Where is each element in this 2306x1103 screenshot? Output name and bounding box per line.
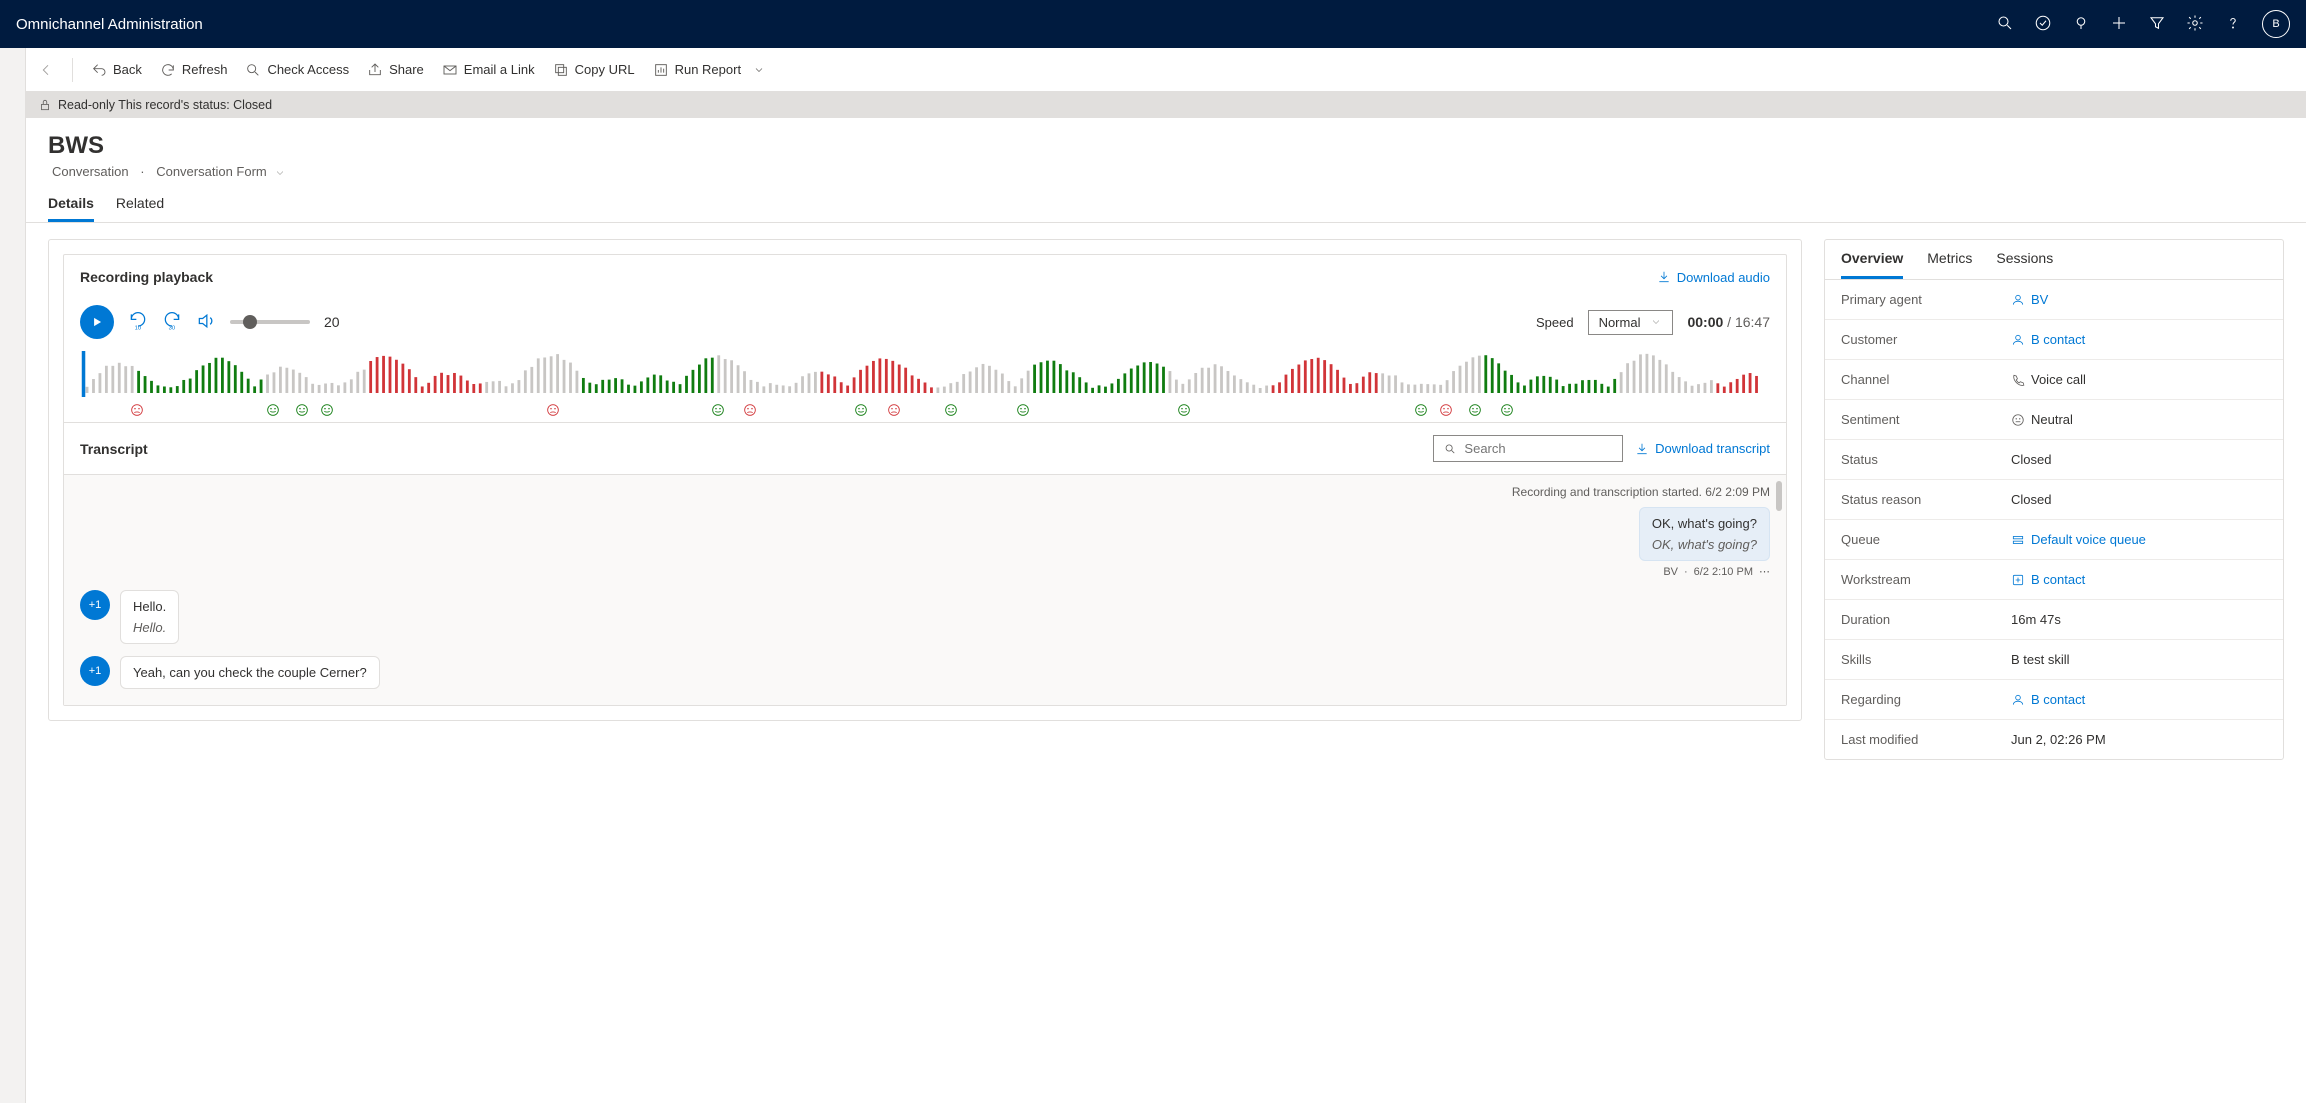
download-icon <box>1635 442 1649 456</box>
customer-avatar: +1 <box>80 656 110 686</box>
transcript-search[interactable] <box>1433 435 1623 462</box>
row-channel: Channel Voice call <box>1825 360 2283 400</box>
forward-30-button[interactable]: 30 <box>162 311 182 334</box>
plus-icon[interactable] <box>2110 14 2128 35</box>
crumb-entity: Conversation <box>52 164 129 179</box>
left-gutter <box>0 48 26 1103</box>
refresh-button[interactable]: Refresh <box>160 62 228 78</box>
bulb-icon[interactable] <box>2072 14 2090 35</box>
search-input[interactable] <box>1464 441 1612 456</box>
svg-text:30: 30 <box>169 325 176 331</box>
download-icon <box>1657 270 1671 284</box>
waveform[interactable] <box>64 345 1786 402</box>
row-sentiment: Sentiment Neutral <box>1825 400 2283 440</box>
topbar-actions: B <box>1996 10 2290 38</box>
transcript-body: Recording and transcription started. 6/2… <box>64 474 1786 705</box>
transcript-title: Transcript <box>80 441 148 457</box>
playback-time: 00:00 / 16:47 <box>1687 314 1770 330</box>
person-icon <box>2011 333 2025 347</box>
page-title: BWS <box>48 132 2284 160</box>
volume-value: 20 <box>324 314 340 330</box>
row-customer: Customer B contact <box>1825 320 2283 360</box>
copy-url-button[interactable]: Copy URL <box>553 62 635 78</box>
command-bar: Back Refresh Check Access Share Email a … <box>26 48 2306 92</box>
user-avatar[interactable]: B <box>2262 10 2290 38</box>
app-title: Omnichannel Administration <box>16 16 203 33</box>
play-button[interactable] <box>80 305 114 339</box>
person-icon <box>2011 693 2025 707</box>
customer-message-1: +1 Hello. Hello. <box>80 590 1770 644</box>
left-panel: Recording playback Download audio 10 30 … <box>48 239 1802 721</box>
breadcrumb: Conversation · Conversation Form <box>48 164 2284 179</box>
search-icon <box>1444 442 1456 456</box>
task-icon[interactable] <box>2034 14 2052 35</box>
row-queue: Queue Default voice queue <box>1825 520 2283 560</box>
neutral-face-icon <box>2011 413 2025 427</box>
row-workstream: Workstream B contact <box>1825 560 2283 600</box>
tab-sessions[interactable]: Sessions <box>1996 250 2053 279</box>
customer-message-2: +1 Yeah, can you check the couple Cerner… <box>80 656 1770 689</box>
email-link-button[interactable]: Email a Link <box>442 62 535 78</box>
tab-related[interactable]: Related <box>116 195 164 222</box>
download-audio-link[interactable]: Download audio <box>1657 270 1770 285</box>
filter-icon[interactable] <box>2148 14 2166 35</box>
crumb-form[interactable]: Conversation Form <box>156 164 267 179</box>
customer-bubble: Yeah, can you check the couple Cerner? <box>120 656 380 689</box>
phone-icon <box>2011 373 2025 387</box>
back-button[interactable]: Back <box>91 62 142 78</box>
download-transcript-link[interactable]: Download transcript <box>1635 441 1770 456</box>
run-report-button[interactable]: Run Report <box>653 62 765 78</box>
row-skills: Skills B test skill <box>1825 640 2283 680</box>
speed-label: Speed <box>1536 315 1574 330</box>
rewind-10-button[interactable]: 10 <box>128 311 148 334</box>
speed-select[interactable]: Normal <box>1588 310 1674 335</box>
playback-controls: 10 30 20 Speed Normal 00:00 / 16:47 <box>64 299 1786 345</box>
queue-icon <box>2011 533 2025 547</box>
row-primary-agent: Primary agent BV <box>1825 280 2283 320</box>
divider <box>72 58 73 82</box>
scrollbar[interactable] <box>1776 481 1782 511</box>
main-tabs: Details Related <box>26 185 2306 223</box>
help-icon[interactable] <box>2224 14 2242 35</box>
volume-icon[interactable] <box>196 311 216 334</box>
row-status: Status Closed <box>1825 440 2283 480</box>
search-icon[interactable] <box>1996 14 2014 35</box>
tab-metrics[interactable]: Metrics <box>1927 250 1972 279</box>
page-header: BWS Conversation · Conversation Form <box>26 118 2306 185</box>
customer-bubble: Hello. Hello. <box>120 590 179 644</box>
check-access-button[interactable]: Check Access <box>245 62 349 78</box>
svg-text:10: 10 <box>135 325 142 331</box>
customer-avatar: +1 <box>80 590 110 620</box>
workstream-icon <box>2011 573 2025 587</box>
agent-bubble: OK, what's going? OK, what's going? <box>1639 507 1770 561</box>
transcript-header: Transcript Download transcript <box>64 423 1786 474</box>
readonly-banner: Read-only This record's status: Closed <box>26 92 2306 118</box>
volume-slider[interactable] <box>230 320 310 324</box>
sentiment-markers <box>64 402 1786 422</box>
overview-tabs: Overview Metrics Sessions <box>1825 240 2283 280</box>
right-panel: Overview Metrics Sessions Primary agent … <box>1824 239 2284 760</box>
tab-details[interactable]: Details <box>48 195 94 222</box>
tab-overview[interactable]: Overview <box>1841 250 1903 279</box>
row-regarding: Regarding B contact <box>1825 680 2283 720</box>
system-message: Recording and transcription started. 6/2… <box>80 485 1770 499</box>
chevron-down-icon[interactable] <box>274 167 286 179</box>
chevron-down-icon <box>1650 316 1662 328</box>
person-icon <box>2011 293 2025 307</box>
share-button[interactable]: Share <box>367 62 424 78</box>
row-duration: Duration 16m 47s <box>1825 600 2283 640</box>
row-status-reason: Status reason Closed <box>1825 480 2283 520</box>
nav-back-arrow[interactable] <box>38 62 54 78</box>
agent-message: OK, what's going? OK, what's going? BV·6… <box>80 507 1770 578</box>
row-last-modified: Last modified Jun 2, 02:26 PM <box>1825 720 2283 759</box>
recording-header: Recording playback Download audio <box>64 255 1786 299</box>
recording-title: Recording playback <box>80 269 213 285</box>
agent-meta: BV·6/2 2:10 PM⋯ <box>1663 565 1770 578</box>
topbar: Omnichannel Administration B <box>0 0 2306 48</box>
gear-icon[interactable] <box>2186 14 2204 35</box>
lock-icon <box>38 98 52 112</box>
